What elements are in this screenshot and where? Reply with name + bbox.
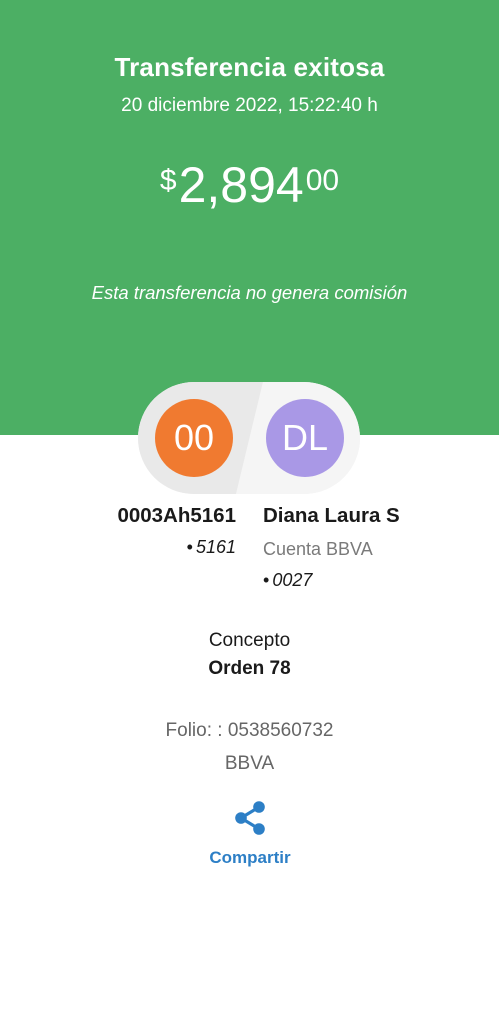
transfer-datetime: 20 diciembre 2022, 15:22:40 h — [121, 95, 378, 116]
concept-value: Orden 78 — [208, 658, 291, 679]
success-header: Transferencia exitosa 20 diciembre 2022,… — [0, 0, 499, 435]
origin-account-number: • 5161 — [187, 537, 236, 558]
destination-avatar-initials: DL — [281, 417, 329, 458]
commission-note: Esta transferencia no genera comisión — [91, 282, 408, 303]
origin-avatar: 00 — [155, 399, 233, 477]
amount-whole: 2,894 — [178, 157, 304, 213]
page-title: Transferencia exitosa — [114, 52, 385, 82]
bank-name: BBVA — [224, 753, 275, 774]
origin-number-value: 5161 — [195, 537, 236, 557]
destination-number-value: 0027 — [272, 570, 313, 590]
transfer-amount: $2,89400 — [0, 160, 499, 210]
transfer-receipt-screen: Transferencia exitosa 20 diciembre 2022,… — [0, 0, 499, 1024]
currency-symbol: $ — [159, 164, 177, 197]
concept-label: Concepto — [208, 630, 291, 651]
origin-bullet: • — [186, 537, 193, 557]
amount-cents: 00 — [305, 164, 340, 197]
destination-account-type: Cuenta BBVA — [263, 539, 373, 559]
share-icon — [235, 801, 265, 835]
destination-avatar: DL — [266, 399, 344, 477]
accounts-avatar-pill: 00 DL — [138, 382, 360, 494]
destination-account-number: • 0027 — [263, 570, 312, 591]
share-button[interactable]: Compartir — [200, 798, 300, 870]
origin-account-name: 0003Ah5161 — [117, 504, 236, 527]
share-label: Compartir — [209, 848, 291, 867]
destination-account-name: Diana Laura S — [263, 504, 400, 527]
origin-avatar-initials: 00 — [173, 417, 215, 458]
destination-bullet: • — [263, 570, 270, 590]
folio-number: Folio: : 0538560732 — [165, 720, 334, 741]
